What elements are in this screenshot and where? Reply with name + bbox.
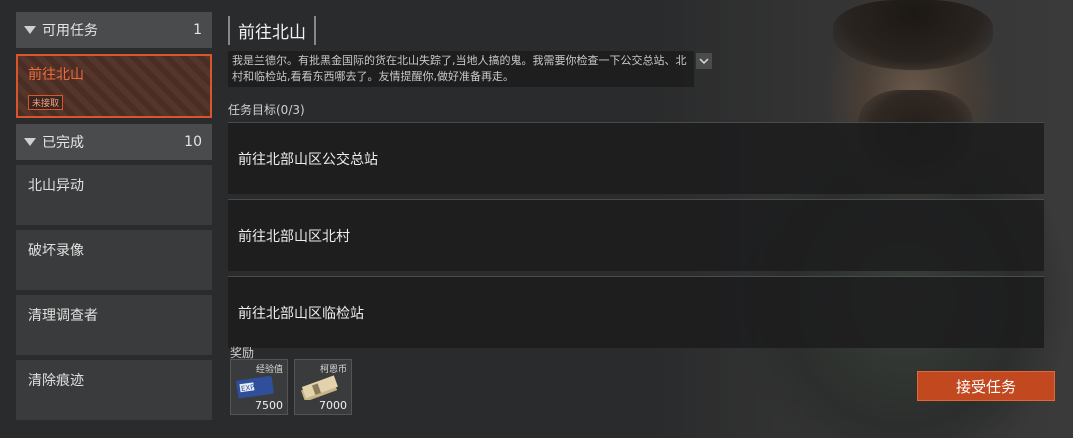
completed-quests-label: 已完成: [42, 135, 84, 151]
available-quests-label: 可用任务: [42, 23, 98, 39]
objectives-list: 前往北部山区公交总站 前往北部山区北村 前往北部山区临检站: [228, 122, 1044, 348]
sidebar-item-completed[interactable]: 清除痕迹: [16, 360, 212, 420]
quest-title: 前往北山: [228, 16, 316, 45]
reward-amount: 7500: [255, 399, 283, 412]
objective-item[interactable]: 前往北部山区公交总站: [228, 122, 1044, 194]
completed-quests-count: 10: [184, 134, 202, 150]
sidebar-item-active-quest[interactable]: 前往北山 未接取: [16, 54, 212, 118]
completed-quest-label: 北山异动: [28, 178, 84, 194]
quest-description: 我是兰德尔。有批黑金国际的货在北山失踪了,当地人搞的鬼。我需要你检查一下公交总站…: [228, 51, 694, 87]
status-badge: 未接取: [28, 95, 64, 110]
quest-description-row: 我是兰德尔。有批黑金国际的货在北山失踪了,当地人搞的鬼。我需要你检查一下公交总站…: [228, 51, 1048, 87]
reward-item-currency[interactable]: 柯恩币 7000: [294, 359, 352, 415]
sidebar-item-completed[interactable]: 破坏录像: [16, 230, 212, 290]
collapse-triangle-icon: [24, 26, 36, 34]
available-quests-count: 1: [193, 22, 202, 38]
reward-item-exp[interactable]: 经验值 EXP 7500: [230, 359, 288, 415]
objective-item[interactable]: 前往北部山区北村: [228, 199, 1044, 271]
accept-quest-button[interactable]: 接受任务: [917, 371, 1055, 401]
expand-description-button[interactable]: [696, 53, 712, 69]
completed-quest-label: 清除痕迹: [28, 373, 84, 389]
completed-quest-label: 清理调查者: [28, 308, 98, 324]
objective-item[interactable]: 前往北部山区临检站: [228, 276, 1044, 348]
reward-amount: 7000: [319, 399, 347, 412]
sidebar-item-completed[interactable]: 清理调查者: [16, 295, 212, 355]
cash-stack-icon: [301, 375, 338, 400]
objectives-label: 任务目标(0/3): [228, 103, 305, 117]
collapse-triangle-icon: [24, 138, 36, 146]
quest-detail-panel: 前往北山 我是兰德尔。有批黑金国际的货在北山失踪了,当地人搞的鬼。我需要你检查一…: [228, 16, 1048, 353]
objective-label: 前往北部山区北村: [238, 228, 350, 245]
chevron-down-icon: [699, 58, 709, 65]
exp-card-icon: EXP: [236, 375, 274, 399]
sidebar-item-completed[interactable]: 北山异动: [16, 165, 212, 225]
available-quests-header[interactable]: 可用任务 1: [16, 12, 212, 48]
active-quest-title: 前往北山: [28, 67, 84, 83]
completed-quest-label: 破坏录像: [28, 243, 84, 259]
objective-label: 前往北部山区公交总站: [238, 151, 378, 168]
objective-label: 前往北部山区临检站: [238, 305, 364, 322]
quest-sidebar: 可用任务 1 前往北山 未接取 已完成 10 北山异动 破坏录像 清理调查者 清…: [16, 12, 212, 420]
completed-quests-header[interactable]: 已完成 10: [16, 124, 212, 160]
